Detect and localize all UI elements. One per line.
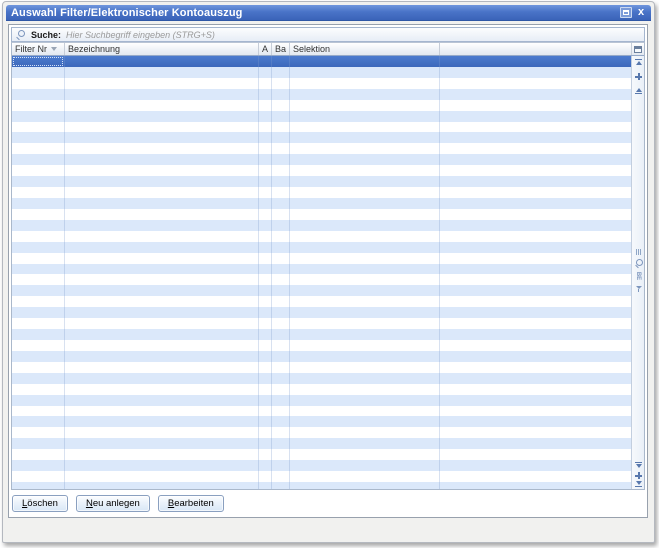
column-header-label: Bezeichnung: [68, 44, 120, 54]
grid-row[interactable]: [12, 176, 631, 187]
grid-row[interactable]: [12, 209, 631, 220]
sort-desc-icon: [51, 47, 57, 51]
grid-row[interactable]: [12, 427, 631, 438]
filter-grid: Filter Nr Bezeichnung A Ba Selektion: [11, 42, 645, 490]
grid-header: Filter Nr Bezeichnung A Ba Selektion: [12, 43, 644, 56]
nav-up-icon[interactable]: [632, 73, 645, 80]
filter-funnel-icon[interactable]: [632, 286, 645, 292]
search-panel: Suche: Hier Suchbegriff eingeben (STRG+S…: [11, 27, 645, 42]
grid-row-selected[interactable]: [12, 56, 631, 67]
column-header-label: Selektion: [293, 44, 330, 54]
grid-row[interactable]: [12, 100, 631, 111]
grid-row[interactable]: [12, 132, 631, 143]
grid-row[interactable]: [12, 285, 631, 296]
close-button[interactable]: x: [636, 7, 646, 18]
grid-row[interactable]: [12, 231, 631, 242]
grid-row[interactable]: [12, 373, 631, 384]
new-button[interactable]: Neu anlegen: [76, 495, 150, 512]
grid-row[interactable]: [12, 384, 631, 395]
grid-body-area: BE: [12, 56, 644, 489]
footer-button-bar: Löschen Neu anlegen Bearbeiten: [9, 490, 647, 517]
prev-row-icon[interactable]: [632, 88, 645, 95]
grid-row[interactable]: [12, 416, 631, 427]
grid-row[interactable]: [12, 143, 631, 154]
window-controls: x: [620, 7, 646, 18]
column-header-label: Filter Nr: [15, 44, 47, 54]
grid-row[interactable]: [12, 242, 631, 253]
grid-row[interactable]: [12, 449, 631, 460]
grid-row[interactable]: [12, 274, 631, 285]
nav-down-icon[interactable]: [632, 472, 645, 479]
grid-row[interactable]: [12, 111, 631, 122]
grid-row[interactable]: [12, 482, 631, 489]
grid-row[interactable]: [12, 220, 631, 231]
dialog-window: Auswahl Filter/Elektronischer Kontoauszu…: [2, 1, 655, 543]
client-area: Suche: Hier Suchbegriff eingeben (STRG+S…: [8, 24, 648, 518]
focus-cell: [13, 57, 63, 66]
grid-row[interactable]: [12, 329, 631, 340]
edit-button[interactable]: Bearbeiten: [158, 495, 224, 512]
grid-row[interactable]: [12, 78, 631, 89]
scroll-top-icon[interactable]: [632, 58, 645, 65]
grid-row[interactable]: [12, 296, 631, 307]
grid-row[interactable]: [12, 198, 631, 209]
grid-row[interactable]: [12, 89, 631, 100]
grid-body-rows[interactable]: [12, 56, 631, 489]
grid-row[interactable]: [12, 154, 631, 165]
grid-scrollbar[interactable]: BE: [631, 56, 644, 489]
grid-row[interactable]: [12, 351, 631, 362]
delete-button[interactable]: Löschen: [12, 495, 68, 512]
maximize-button[interactable]: [620, 7, 632, 18]
zoom-icon[interactable]: [632, 259, 645, 268]
column-header-a[interactable]: A: [259, 43, 272, 55]
grid-row[interactable]: [12, 165, 631, 176]
titlebar[interactable]: Auswahl Filter/Elektronischer Kontoauszu…: [6, 5, 651, 21]
column-header-ba[interactable]: Ba: [272, 43, 290, 55]
grid-row[interactable]: [12, 340, 631, 351]
grid-row[interactable]: [12, 307, 631, 318]
column-customize-button[interactable]: [631, 43, 644, 55]
column-header-selektion[interactable]: Selektion: [290, 43, 440, 55]
scrollbar-grip-icon[interactable]: [632, 249, 645, 255]
search-input[interactable]: Hier Suchbegriff eingeben (STRG+S): [66, 30, 640, 40]
be-badge-icon[interactable]: BE: [632, 273, 645, 279]
column-header-filter-nr[interactable]: Filter Nr: [12, 43, 65, 55]
customize-grid-icon: [634, 46, 642, 53]
column-header-empty[interactable]: [440, 43, 631, 55]
grid-row[interactable]: [12, 253, 631, 264]
grid-row[interactable]: [12, 122, 631, 133]
grid-row[interactable]: [12, 264, 631, 275]
scroll-bottom-icon[interactable]: [632, 481, 645, 488]
grid-row[interactable]: [12, 362, 631, 373]
grid-row[interactable]: [12, 471, 631, 482]
column-header-label: Ba: [275, 44, 286, 54]
grid-row[interactable]: [12, 67, 631, 78]
column-header-bezeichnung[interactable]: Bezeichnung: [65, 43, 259, 55]
grid-row[interactable]: [12, 438, 631, 449]
grid-row[interactable]: [12, 187, 631, 198]
grid-row[interactable]: [12, 395, 631, 406]
search-label: Suche:: [31, 30, 61, 40]
column-header-label: A: [262, 44, 268, 54]
next-row-icon[interactable]: [632, 461, 645, 468]
search-icon: [16, 30, 26, 40]
grid-row[interactable]: [12, 460, 631, 471]
grid-row[interactable]: [12, 318, 631, 329]
window-title: Auswahl Filter/Elektronischer Kontoauszu…: [11, 7, 242, 19]
screen: Auswahl Filter/Elektronischer Kontoauszu…: [0, 0, 659, 548]
grid-row[interactable]: [12, 406, 631, 417]
